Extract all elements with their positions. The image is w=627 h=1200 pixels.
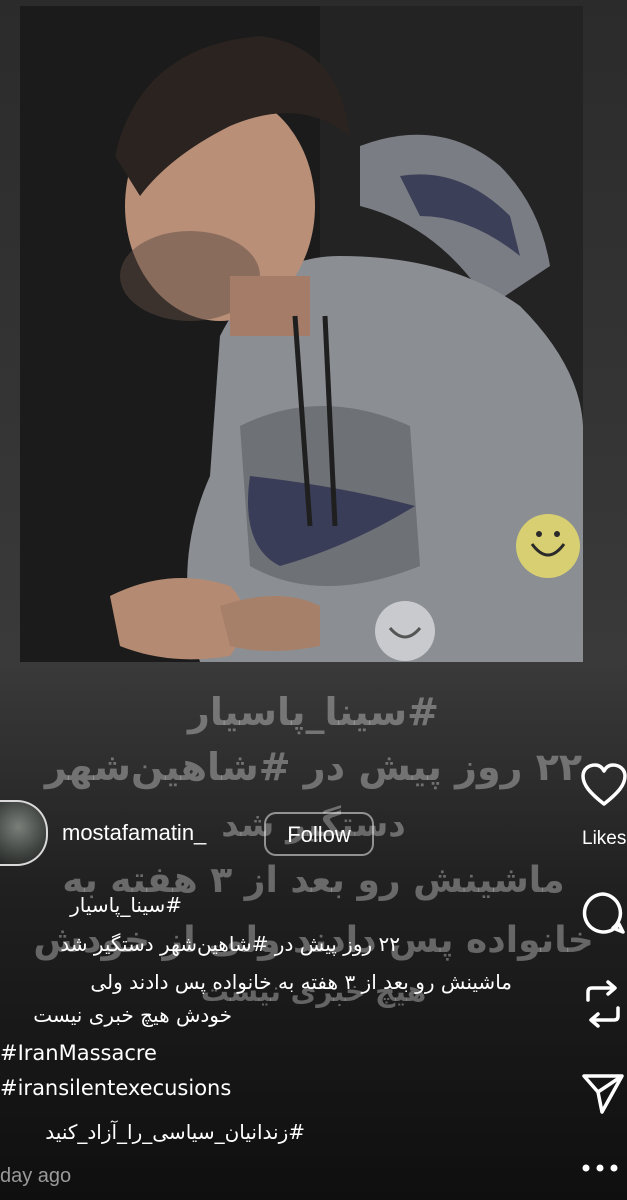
- caption-hashtag[interactable]: #سینا_پاسیار: [0, 893, 182, 917]
- post-photo[interactable]: [20, 6, 583, 662]
- more-icon[interactable]: [580, 1160, 620, 1179]
- caption-hashtag[interactable]: #IranMassacre: [0, 1041, 157, 1065]
- caption-hashtag[interactable]: #زندانیان_سیاسی_را_آزاد_کنید: [0, 1120, 305, 1144]
- author-username[interactable]: mostafamatin_: [62, 820, 206, 846]
- follow-button[interactable]: Follow: [264, 812, 374, 856]
- heart-icon[interactable]: [580, 762, 627, 812]
- overlay-text-line: ۲۲ روز پیش در #شاهین‌شهر: [44, 745, 583, 789]
- caption-line: ۲۲ روز پیش در #شاهین‌شهر دستگیر شد: [60, 932, 400, 956]
- likes-label[interactable]: Likes: [582, 828, 626, 850]
- comment-icon[interactable]: [580, 890, 626, 940]
- person-illustration: [20, 6, 583, 662]
- share-icon[interactable]: [580, 1070, 626, 1120]
- repost-icon[interactable]: [580, 978, 626, 1034]
- caption-line: ماشینش رو بعد از ۳ هفته به خانواده پس دا…: [90, 970, 512, 994]
- post-timestamp: day ago: [0, 1165, 72, 1187]
- overlay-text-line: #سینا_پاسیار: [187, 690, 440, 734]
- caption-line: خودش هیچ خبری نیست: [33, 1003, 232, 1027]
- caption-hashtag[interactable]: #iransilentexecusions: [0, 1076, 231, 1100]
